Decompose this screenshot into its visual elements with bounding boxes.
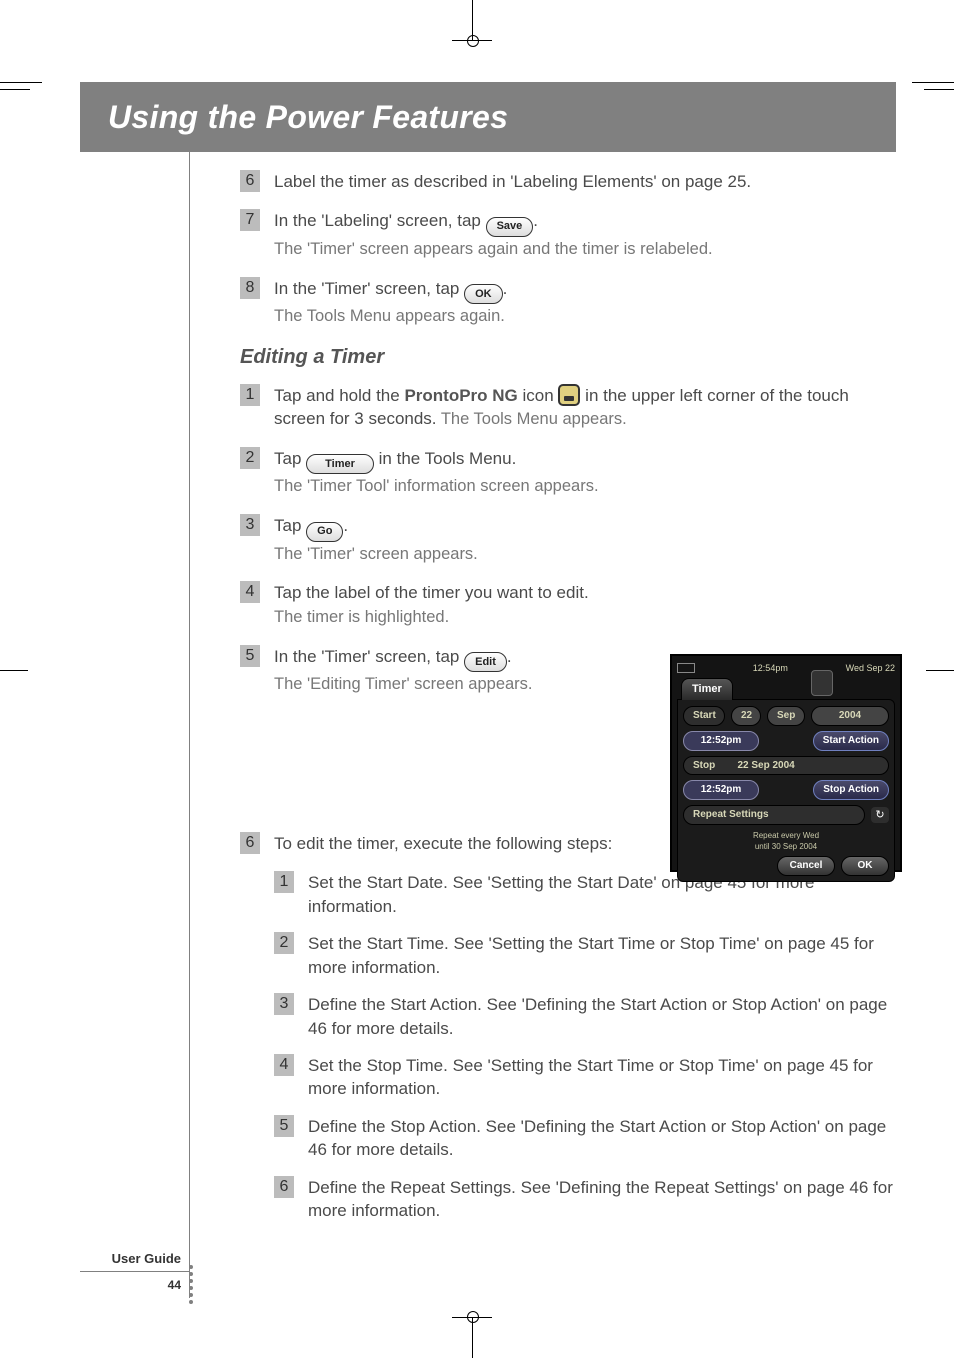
step-number: 4 (240, 581, 260, 603)
step-text-post: in the Tools Menu. (379, 449, 517, 468)
step-text-post: . (533, 211, 538, 230)
step-text-pre: Tap and hold the (274, 386, 404, 405)
step-text: Label the timer as described in 'Labelin… (274, 172, 751, 191)
step: 4 Tap the label of the timer you want to… (240, 581, 896, 628)
step-text: Tap the label of the timer you want to e… (274, 583, 589, 602)
substep: 2 Set the Start Time. See 'Setting the S… (274, 932, 896, 979)
substep: 3 Define the Start Action. See 'Defining… (274, 993, 896, 1040)
sidebar: User Guide 44 (80, 152, 190, 1298)
substep-text: Define the Repeat Settings. See 'Definin… (308, 1178, 893, 1220)
repeat-detail: Repeat every Wed until 30 Sep 2004 (683, 830, 889, 852)
ok-button-icon: OK (464, 284, 503, 304)
content-area: 6 Label the timer as described in 'Label… (190, 152, 896, 1298)
step-number: 6 (240, 170, 260, 192)
step: 5 In the 'Timer' screen, tap Edit. The '… (240, 645, 620, 696)
repeat-settings-label[interactable]: Repeat Settings (683, 805, 865, 825)
step-number: 5 (240, 645, 260, 667)
substep-text: Set the Start Time. See 'Setting the Sta… (308, 934, 874, 976)
section-title: Editing a Timer (240, 344, 896, 372)
step-sub: The 'Timer Tool' information screen appe… (274, 477, 599, 495)
timer-button-icon: Timer (306, 454, 374, 474)
chapter-title: Using the Power Features (108, 99, 508, 136)
substep-number: 5 (274, 1115, 294, 1137)
start-month[interactable]: Sep (767, 706, 805, 726)
step-text-pre: In the 'Timer' screen, tap (274, 279, 464, 298)
step-text-pre: Tap (274, 449, 306, 468)
stop-label: Stop 22 Sep 2004 (683, 756, 889, 776)
step-text: To edit the timer, execute the following… (274, 834, 612, 853)
step-number: 8 (240, 277, 260, 299)
substeps: 1 Set the Start Date. See 'Setting the S… (274, 871, 896, 1222)
chapter-header: Using the Power Features (80, 82, 896, 152)
step: 2 Tap Timer in the Tools Menu. The 'Time… (240, 447, 896, 498)
step-number: 3 (240, 514, 260, 536)
step: 8 In the 'Timer' screen, tap OK. The Too… (240, 277, 896, 328)
save-button-icon: Save (486, 217, 534, 237)
cancel-button[interactable]: Cancel (777, 856, 835, 876)
step-number: 2 (240, 447, 260, 469)
step: 7 In the 'Labeling' screen, tap Save. Th… (240, 209, 896, 260)
go-button-icon: Go (306, 522, 343, 542)
step-text-post: . (503, 279, 508, 298)
page-number: 44 (80, 1278, 181, 1292)
substep-number: 2 (274, 932, 294, 954)
start-label: Start (683, 706, 725, 726)
substep-number: 4 (274, 1054, 294, 1076)
step-sub: The 'Timer' screen appears. (274, 545, 478, 563)
step: 3 Tap Go. The 'Timer' screen appears. (240, 514, 896, 565)
edit-button-icon: Edit (464, 652, 507, 672)
step: 6 To edit the timer, execute the followi… (240, 832, 640, 855)
step: 1 Tap and hold the ProntoPro NG icon in … (240, 384, 896, 431)
stop-action-button[interactable]: Stop Action (813, 780, 889, 800)
step-number: 6 (240, 832, 260, 854)
substep-text: Define the Stop Action. See 'Defining th… (308, 1117, 886, 1159)
substep-number: 3 (274, 993, 294, 1015)
guide-label: User Guide (80, 1251, 189, 1272)
start-year[interactable]: 2004 (811, 706, 889, 726)
substep-text: Set the Stop Time. See 'Setting the Star… (308, 1056, 873, 1098)
step-sub: The Tools Menu appears again. (274, 307, 505, 325)
substep: 5 Define the Stop Action. See 'Defining … (274, 1115, 896, 1162)
step-sub: The Tools Menu appears. (437, 410, 627, 428)
step-number: 7 (240, 209, 260, 231)
substep: 4 Set the Stop Time. See 'Setting the St… (274, 1054, 896, 1101)
start-day[interactable]: 22 (731, 706, 761, 726)
device-screenshot: 12:54pm Wed Sep 22 Timer Start 22 Sep 20… (670, 654, 902, 872)
ok-button[interactable]: OK (841, 856, 889, 876)
step-text-pre: Tap (274, 516, 306, 535)
prontopro-icon (558, 384, 580, 406)
stop-time[interactable]: 12:52pm (683, 780, 759, 800)
step-text-post: . (343, 516, 348, 535)
step-text-post: . (507, 647, 512, 666)
step-text-pre: In the 'Timer' screen, tap (274, 647, 464, 666)
substep-number: 6 (274, 1176, 294, 1198)
step: 6 Label the timer as described in 'Label… (240, 170, 896, 193)
start-action-button[interactable]: Start Action (813, 731, 889, 751)
bold-text: ProntoPro NG (404, 386, 517, 405)
battery-icon (677, 663, 695, 673)
substep-number: 1 (274, 871, 294, 893)
timer-tab[interactable]: Timer (681, 678, 733, 700)
step-sub: The 'Editing Timer' screen appears. (274, 675, 533, 693)
repeat-icon[interactable]: ↻ (871, 807, 889, 823)
step-number: 1 (240, 384, 260, 406)
substep: 6 Define the Repeat Settings. See 'Defin… (274, 1176, 896, 1223)
start-time[interactable]: 12:52pm (683, 731, 759, 751)
step-sub: The timer is highlighted. (274, 608, 449, 626)
substep-text: Define the Start Action. See 'Defining t… (308, 995, 887, 1037)
step-sub: The 'Timer' screen appears again and the… (274, 240, 713, 258)
device-date: Wed Sep 22 (846, 662, 895, 674)
step-text-mid: icon (518, 386, 559, 405)
tool-icon[interactable] (811, 670, 833, 696)
step-text-pre: In the 'Labeling' screen, tap (274, 211, 486, 230)
